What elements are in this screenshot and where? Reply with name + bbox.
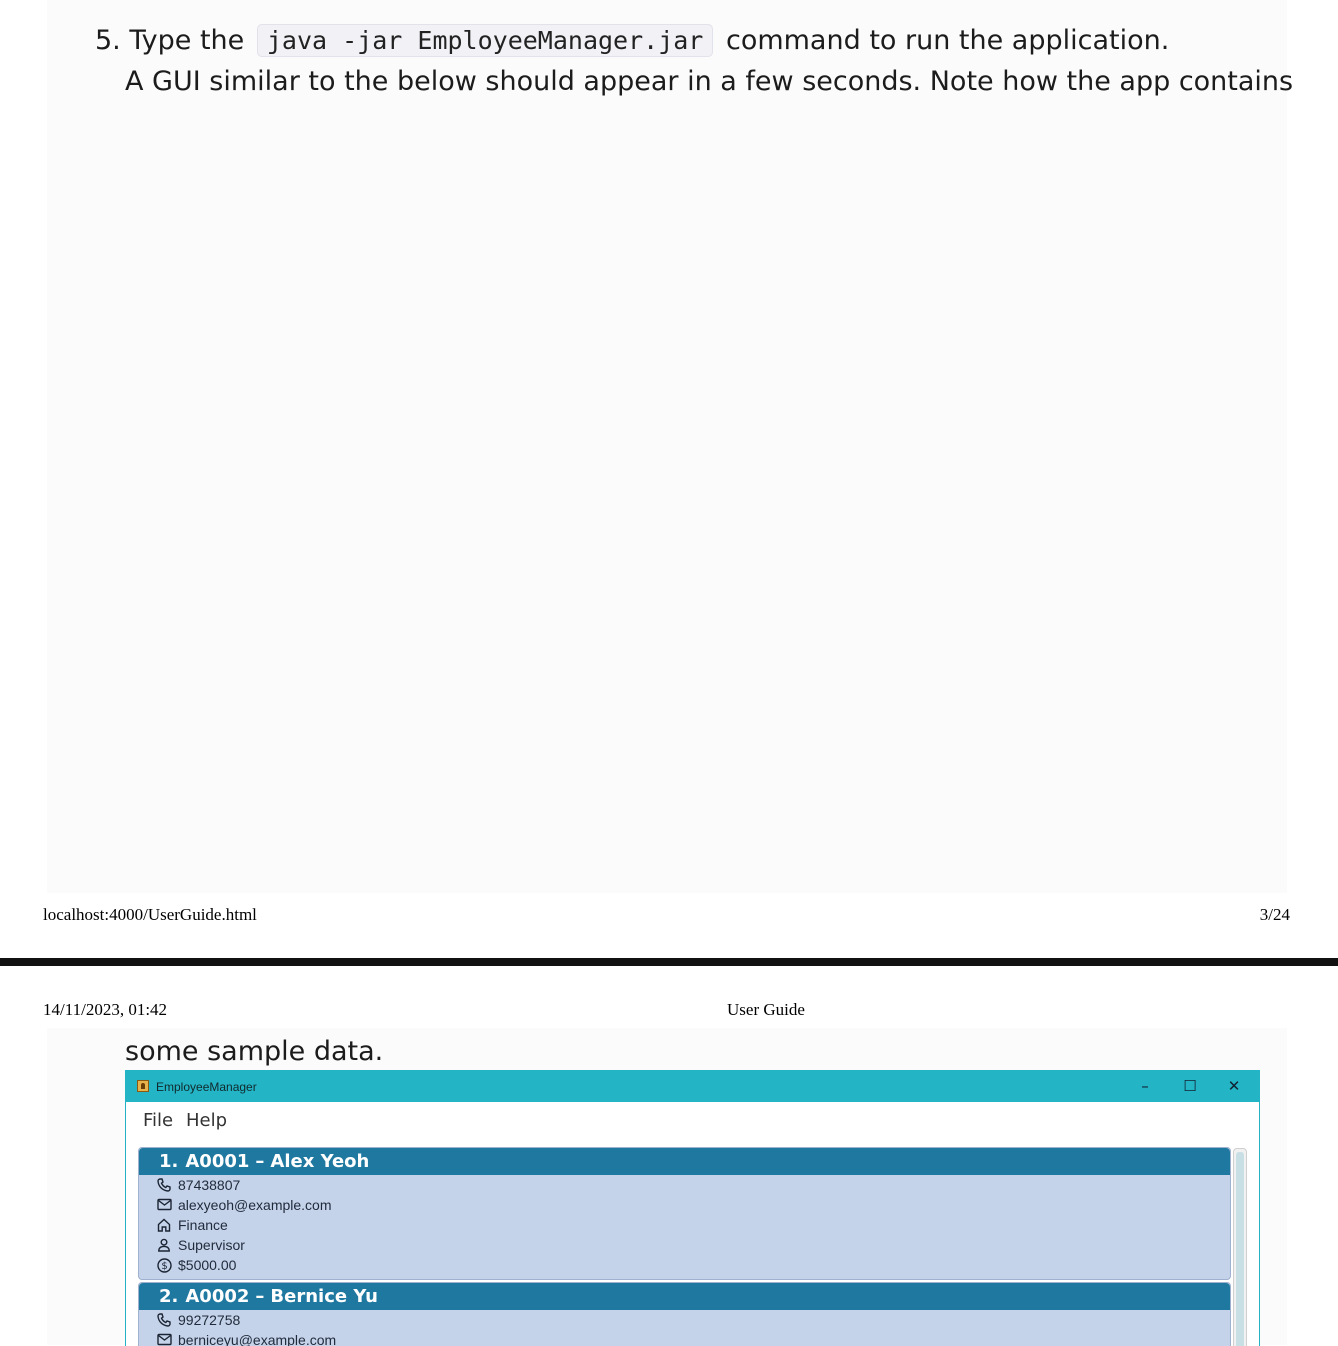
footer-url: localhost:4000/UserGuide.html xyxy=(43,905,257,924)
phone-value: 99272758 xyxy=(178,1312,241,1328)
email-value: berniceyu@example.com xyxy=(178,1332,337,1346)
employee-role: Supervisor xyxy=(139,1235,1230,1255)
employee-card[interactable]: 1. A0001– Alex Yeoh 87438807 alexyeoh@exam… xyxy=(138,1147,1231,1280)
window-title: EmployeeManager xyxy=(156,1080,257,1094)
page-break-divider xyxy=(0,958,1338,966)
home-icon xyxy=(157,1218,173,1232)
employee-email: berniceyu@example.com xyxy=(139,1330,1230,1346)
employee-id: A0002 xyxy=(185,1286,250,1307)
employee-separator: – xyxy=(255,1151,265,1172)
mail-icon xyxy=(157,1333,173,1346)
employee-department: Finance xyxy=(139,1215,1230,1235)
menu-file[interactable]: File xyxy=(143,1110,173,1131)
employee-list: 1. A0001– Alex Yeoh 87438807 alexyeoh@exam… xyxy=(138,1147,1231,1346)
app-screenshot-window: EmployeeManager – ☐ ✕ File Help 1. A0001–… xyxy=(125,1070,1260,1346)
command-code: java -jar EmployeeManager.jar xyxy=(256,24,714,57)
app-icon xyxy=(137,1080,149,1092)
employee-name: Bernice Yu xyxy=(270,1286,378,1307)
dollar-icon: $ xyxy=(157,1258,173,1273)
employee-name: Alex Yeoh xyxy=(270,1151,370,1172)
step-description: A GUI similar to the below should appear… xyxy=(125,66,1294,97)
step-text-after: command to run the application. xyxy=(725,25,1170,56)
phone-value: 87438807 xyxy=(178,1177,241,1193)
mail-icon xyxy=(157,1198,173,1212)
employee-phone: 87438807 xyxy=(139,1175,1230,1195)
step-number: 5. xyxy=(95,25,121,56)
role-value: Supervisor xyxy=(178,1237,245,1253)
employee-email: alexyeoh@example.com xyxy=(139,1195,1230,1215)
svg-text:$: $ xyxy=(161,1261,167,1272)
salary-value: $5000.00 xyxy=(178,1257,237,1273)
list-scrollbar[interactable] xyxy=(1233,1148,1247,1346)
department-value: Finance xyxy=(178,1217,228,1233)
employee-card[interactable]: 2. A0002– Bernice Yu 99272758 berniceyu@ex… xyxy=(138,1282,1231,1346)
close-icon[interactable]: ✕ xyxy=(1219,1075,1249,1097)
phone-icon xyxy=(157,1313,173,1327)
scrollbar-thumb[interactable] xyxy=(1236,1152,1244,1346)
employee-card-header: 2. A0002– Bernice Yu xyxy=(139,1283,1230,1310)
email-value: alexyeoh@example.com xyxy=(178,1197,332,1213)
employee-phone: 99272758 xyxy=(139,1310,1230,1330)
step-5-instruction: 5. Type the java -jar EmployeeManager.ja… xyxy=(95,22,1169,60)
document-panel-top xyxy=(47,0,1287,893)
employee-index: 2. xyxy=(159,1286,179,1307)
employee-card-header: 1. A0001– Alex Yeoh xyxy=(139,1148,1230,1175)
footer-page-number: 3/24 xyxy=(1259,905,1290,924)
user-icon xyxy=(157,1238,173,1252)
employee-separator: – xyxy=(255,1286,265,1307)
employee-id: A0001 xyxy=(185,1151,250,1172)
employee-index: 1. xyxy=(159,1151,179,1172)
phone-icon xyxy=(157,1178,173,1192)
header-title: User Guide xyxy=(727,1000,805,1019)
header-datetime: 14/11/2023, 01:42 xyxy=(43,1000,168,1019)
minimize-icon[interactable]: – xyxy=(1130,1075,1160,1097)
employee-salary: $ $5000.00 xyxy=(139,1255,1230,1275)
menu-bar: File Help xyxy=(126,1102,1259,1138)
menu-help[interactable]: Help xyxy=(186,1110,227,1131)
step-description-continued: some sample data. xyxy=(125,1036,384,1067)
maximize-icon[interactable]: ☐ xyxy=(1175,1075,1205,1097)
step-text-before: Type the xyxy=(129,25,245,56)
window-titlebar: EmployeeManager – ☐ ✕ xyxy=(126,1071,1259,1102)
